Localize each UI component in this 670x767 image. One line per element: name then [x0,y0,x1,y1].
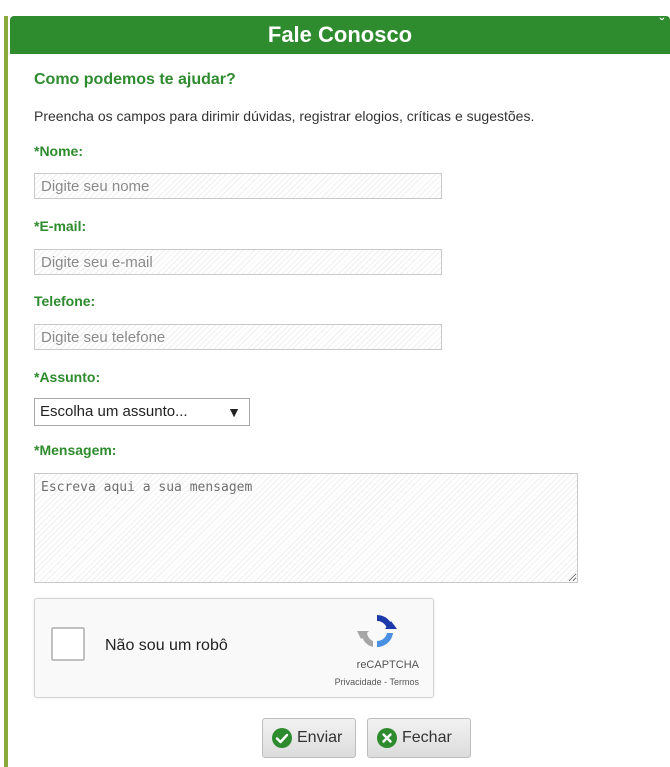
name-input[interactable] [34,173,442,199]
panel-header[interactable]: Fale Conosco ˇ [10,15,670,54]
panel-title: Fale Conosco [267,22,413,47]
close-button[interactable]: Fechar [367,718,471,758]
recaptcha-terms-link[interactable]: Privacidade - Termos [335,677,419,687]
email-label: *E-mail: [34,218,87,234]
send-button[interactable]: Enviar [262,718,356,758]
recaptcha-brand: reCAPTCHA [356,659,419,671]
email-input[interactable] [34,249,442,275]
chevron-down-icon[interactable]: ˇ [659,4,664,42]
phone-input[interactable] [34,324,442,350]
check-circle-icon [271,727,293,749]
recaptcha-widget: Não sou um robô reCAPTCHA Privacidade - … [34,598,434,698]
close-button-label: Fechar [402,729,452,746]
close-circle-icon [376,727,398,749]
recaptcha-checkbox[interactable] [51,627,85,661]
recaptcha-label: Não sou um robô [105,637,228,654]
message-textarea[interactable] [34,473,578,583]
name-label: *Nome: [34,143,84,159]
send-button-label: Enviar [297,729,343,746]
message-label: *Mensagem: [34,442,117,458]
help-heading: Como podemos te ajudar? [34,71,236,88]
help-description: Preencha os campos para dirimir dúvidas,… [34,108,535,124]
phone-label: Telefone: [34,293,96,309]
recaptcha-logo-icon [357,614,397,648]
subject-selected-value: Escolha um assunto... [40,403,188,420]
subject-select[interactable]: Escolha um assunto... ▼ [34,398,250,426]
subject-label: *Assunto: [34,369,101,385]
dropdown-arrow-icon: ▼ [227,404,241,420]
